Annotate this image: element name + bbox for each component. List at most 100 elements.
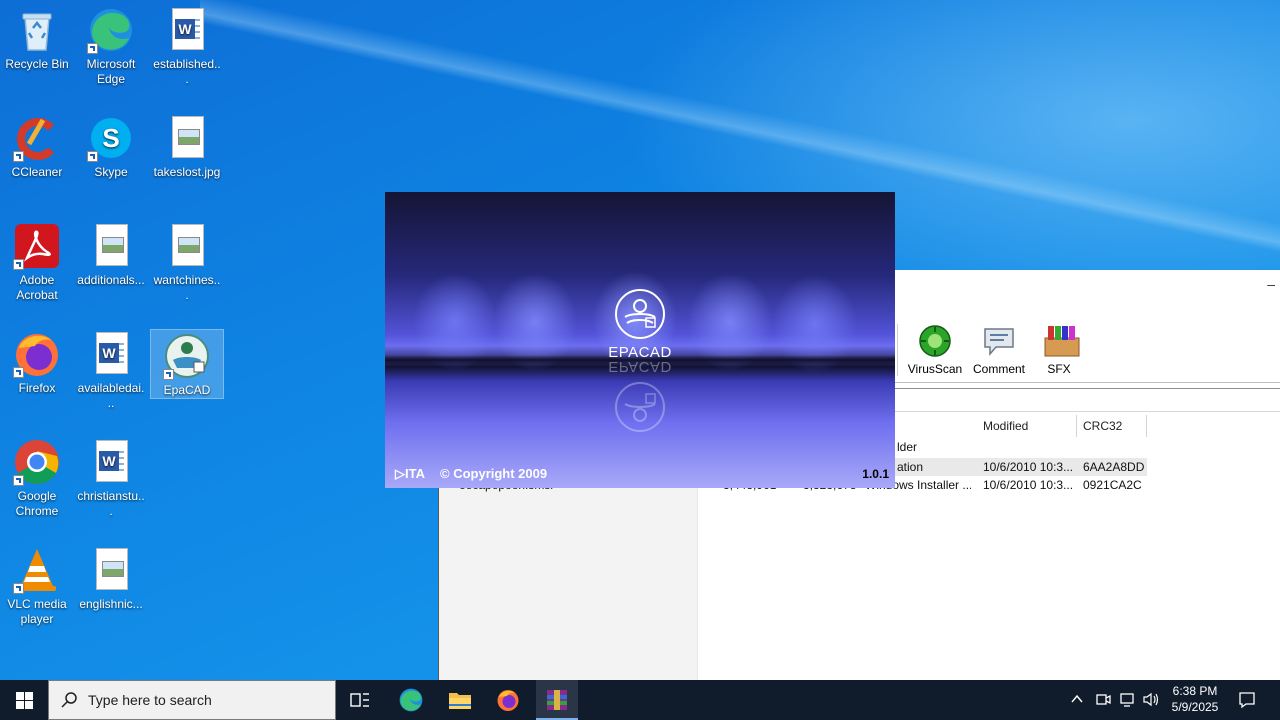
column-header-crc32[interactable]: CRC32 [1077,415,1147,437]
desktop-icon-englishnic[interactable]: englishnic... [75,540,147,612]
desktop-icon-takeslost[interactable]: takeslost.jpg [151,108,223,180]
toolbar-label: VirusScan [907,362,963,376]
start-button[interactable] [0,680,48,720]
chevron-up-icon [1071,694,1083,703]
toolbar-label: SFX [1047,362,1071,376]
firefox-icon [13,330,61,378]
epacad-logo-icon [615,289,665,339]
task-view-button[interactable] [340,680,380,720]
desktop-icon-recycle-bin[interactable]: Recycle Bin [1,0,73,72]
speaker-icon [1143,692,1159,707]
taskbar-winrar-button[interactable] [536,680,578,720]
chrome-icon [13,438,61,486]
adobe-acrobat-icon [13,222,61,270]
webcam-icon [1096,694,1111,705]
desktop-icon-label: takeslost.jpg [153,165,221,179]
file-modified-cell: 10/6/2010 10:3... [983,460,1073,474]
image-file-icon [87,222,135,270]
desktop-icon-label: christianstu... [77,489,145,518]
vlc-icon [13,546,61,594]
virusscan-icon [918,324,952,358]
image-file-icon [163,222,211,270]
desktop-icon-label: Recycle Bin [5,57,69,71]
desktop-icon-label: established... [153,57,221,86]
tray-meet-now[interactable] [1096,692,1111,710]
splash-product-reflection: EPACAD [608,358,672,375]
shortcut-arrow-icon [163,369,174,380]
skype-icon: S [87,114,135,162]
firefox-icon [497,690,519,711]
file-type-cell: ation [897,460,924,474]
shortcut-arrow-icon [13,151,24,162]
edge-icon [399,688,423,712]
splash-version: 1.0.1 [862,467,889,481]
file-crc-cell: 0921CA2C [1083,478,1142,492]
desktop-icon-label: wantchines... [153,273,221,302]
sfx-icon [1042,324,1080,358]
minimize-button[interactable]: – [1267,276,1275,292]
desktop-icon-microsoft-edge[interactable]: Microsoft Edge [75,0,147,87]
windows-logo-icon [16,692,33,709]
notification-icon [1239,692,1255,709]
desktop-icon-wantchines[interactable]: wantchines... [151,216,223,303]
desktop-icon-label: EpaCAD [163,383,211,397]
desktop-icon-label: Skype [94,165,128,179]
ita-logo-icon: ▷ [395,466,405,481]
ccleaner-icon [13,114,61,162]
desktop-icon-adobe-acrobat[interactable]: Adobe Acrobat [1,216,73,303]
desktop-icon-label: additionals... [77,273,145,287]
anyrun-watermark: ANY RUN [1036,612,1230,661]
shortcut-arrow-icon [13,475,24,486]
epacad-logo-reflection-icon [615,382,665,432]
desktop: Recycle Bin CCleaner Adobe Acrobat Firef… [0,0,1280,680]
desktop-icon-label: availabledai... [77,381,145,410]
desktop-icon-established[interactable]: W established... [151,0,223,87]
shortcut-arrow-icon [13,367,24,378]
epacad-icon [163,332,211,380]
desktop-icon-label: Adobe Acrobat [16,273,58,302]
column-header-modified[interactable]: Modified [977,415,1077,437]
taskbar-search-box[interactable]: Type here to search [48,680,336,720]
file-type-cell: lder [897,440,918,454]
desktop-icon-vlc[interactable]: VLC media player [1,540,73,627]
desktop-icon-label: Google Chrome [15,489,59,518]
desktop-icon-skype[interactable]: S Skype [75,108,147,180]
image-file-icon [87,546,135,594]
toolbar-label: Comment [972,362,1025,376]
word-document-icon: W [87,330,135,378]
splash-copyright: © Copyright 2009 [440,466,548,481]
desktop-icon-google-chrome[interactable]: Google Chrome [1,432,73,519]
virusscan-button[interactable]: VirusScan [903,324,967,376]
desktop-icon-firefox[interactable]: Firefox [1,324,73,396]
word-document-icon: W [87,438,135,486]
comment-button[interactable]: Comment [967,324,1031,376]
sfx-button[interactable]: SFX [1027,324,1091,376]
desktop-icon-label: CCleaner [11,165,63,179]
svg-text:S: S [102,123,119,153]
desktop-icon-label: Firefox [18,381,56,395]
desktop-icon-label: VLC media player [7,597,67,626]
task-view-icon [350,693,369,707]
desktop-icon-christianstu[interactable]: W christianstu... [75,432,147,519]
winrar-icon [547,690,567,710]
comment-icon [982,324,1016,358]
notification-center-button[interactable] [1238,691,1256,712]
taskbar-clock[interactable]: 6:38 PM 5/9/2025 [1166,683,1224,715]
tray-network[interactable] [1119,692,1135,710]
taskbar-edge-button[interactable] [390,680,432,720]
show-hidden-icons-button[interactable] [1070,692,1084,709]
edge-icon [87,6,135,54]
desktop-icon-epacad[interactable]: EpaCAD [150,329,224,399]
file-crc-cell: 6AA2A8DD [1083,460,1145,474]
image-file-icon [163,114,211,162]
epacad-splash-screen: EPACAD EPACAD ▷ITA © Copyright 2009 1.0.… [385,192,895,488]
search-icon [61,692,77,708]
shortcut-arrow-icon [13,583,24,594]
taskbar-file-explorer-button[interactable] [438,680,480,720]
desktop-icon-ccleaner[interactable]: CCleaner [1,108,73,180]
taskbar-firefox-button[interactable] [487,680,529,720]
clock-time: 6:38 PM [1172,684,1218,698]
desktop-icon-additionals[interactable]: additionals... [75,216,147,288]
tray-volume[interactable] [1143,692,1160,710]
desktop-icon-availabledai[interactable]: W availabledai... [75,324,147,411]
